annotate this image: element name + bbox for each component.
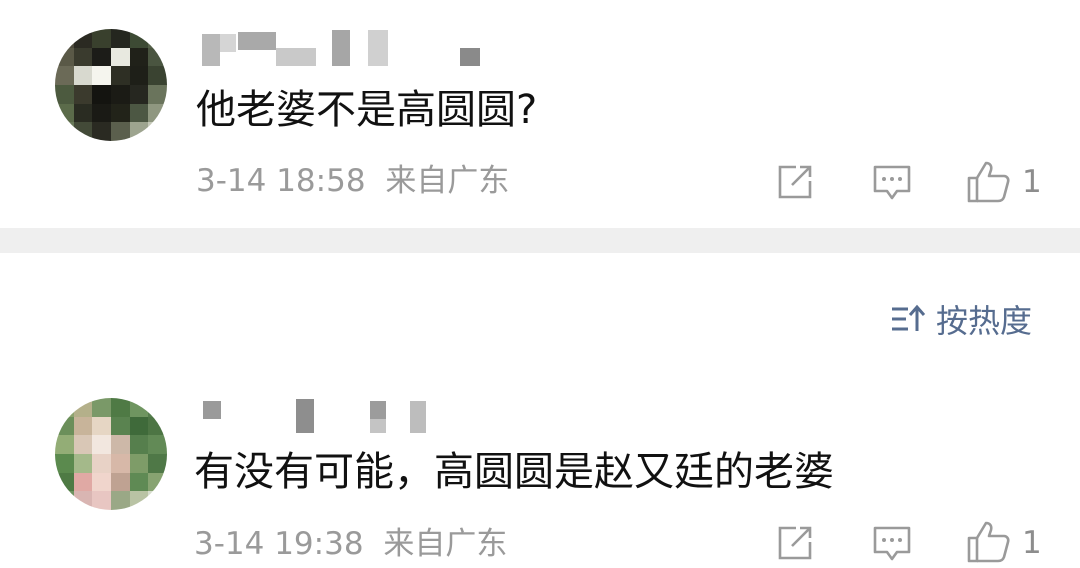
comment-meta: 3-14 18:58 来自广东 (196, 163, 509, 199)
share-icon (778, 526, 812, 560)
comment-date: 3-14 18:58 (196, 163, 366, 199)
section-divider (0, 228, 1080, 253)
reply-button[interactable] (872, 163, 912, 203)
like-count: 1 (1022, 164, 1042, 200)
like-count: 1 (1022, 525, 1042, 561)
like-button[interactable] (966, 160, 1012, 204)
avatar[interactable] (55, 29, 167, 141)
avatar[interactable] (55, 398, 167, 510)
comment-location: 来自广东 (385, 163, 510, 199)
reply-icon (873, 165, 911, 200)
comment-text: 他老婆不是高圆圆? (196, 87, 538, 133)
like-button[interactable] (966, 520, 1012, 563)
like-icon (967, 161, 1010, 203)
username[interactable] (200, 397, 440, 437)
reply-button[interactable] (872, 524, 912, 564)
share-button[interactable] (776, 163, 814, 201)
comment-date: 3-14 19:38 (194, 526, 364, 562)
reply-icon (873, 526, 911, 561)
comment-meta: 3-14 19:38 来自广东 (194, 526, 507, 562)
share-button[interactable] (776, 524, 814, 562)
sort-label: 按热度 (936, 302, 1033, 340)
sort-button[interactable]: 按热度 (890, 296, 1032, 342)
like-icon (967, 521, 1010, 563)
comment-location: 来自广东 (383, 526, 508, 562)
sort-icon (892, 304, 926, 331)
comment-text: 有没有可能，高圆圆是赵又廷的老婆 (194, 449, 834, 495)
share-icon (778, 165, 812, 199)
username[interactable] (200, 28, 490, 72)
